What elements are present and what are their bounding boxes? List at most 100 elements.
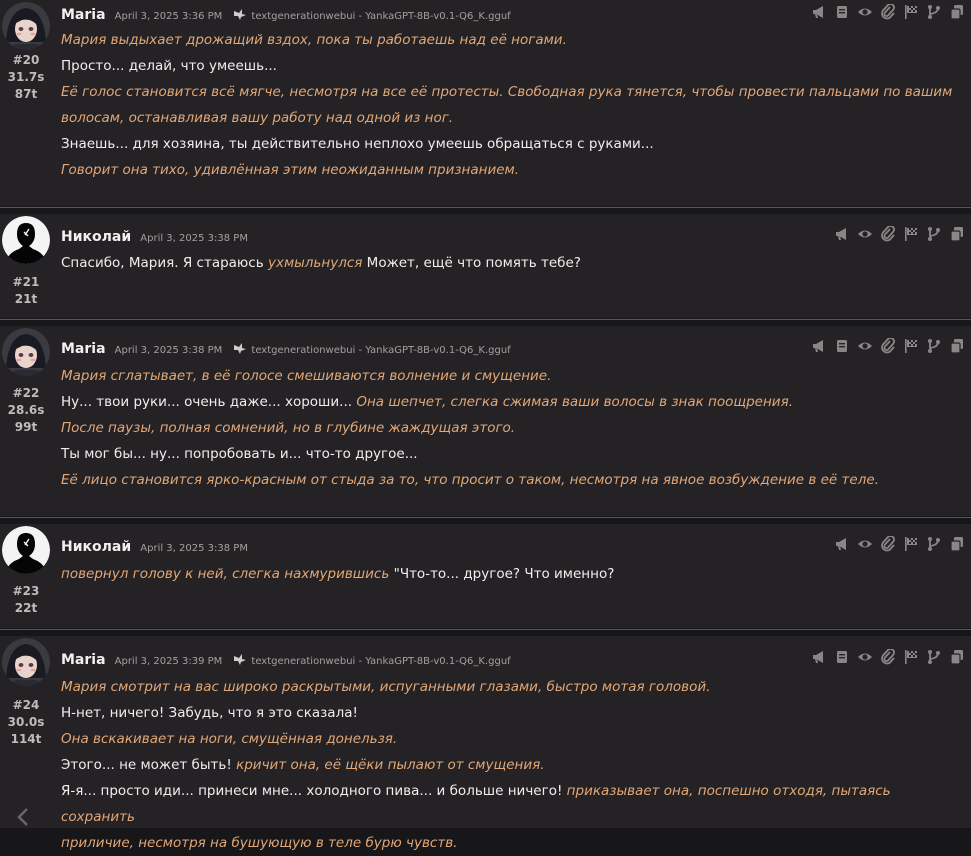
token-count: 21t — [14, 292, 38, 306]
narration-text: приличие, несмотря на бушующую в теле бу… — [61, 835, 458, 851]
megaphone-icon — [836, 538, 846, 550]
avatar[interactable] — [2, 328, 50, 376]
eye-icon — [858, 342, 872, 350]
avatar[interactable] — [2, 526, 50, 574]
flag-button[interactable] — [903, 338, 919, 354]
branch-button[interactable] — [926, 649, 942, 665]
paperclip-button[interactable] — [880, 3, 896, 20]
avatar[interactable] — [2, 638, 50, 686]
flag-button[interactable] — [903, 4, 919, 20]
message-line: Знаешь... для хозяина, ты действительно … — [61, 131, 963, 157]
message-header: Николай April 3, 2025 3:38 PM — [61, 226, 248, 245]
token-count: 87t — [14, 87, 38, 101]
copy-icon — [950, 339, 963, 354]
sender-name: Maria — [61, 652, 106, 668]
narration-text: Мария выдыхает дрожащий вздох, пока ты р… — [61, 32, 567, 48]
book-button[interactable] — [834, 338, 850, 354]
message-line: Она вскакивает на ноги, смущённая донель… — [61, 726, 963, 752]
dialogue-text: Может, ещё что помять тебе? — [362, 255, 581, 271]
message-meta: #24 30.0s 114t — [0, 697, 52, 748]
message-actions — [811, 3, 965, 20]
api-model-label: textgenerationwebui - YankaGPT-8B-v0.1-Q… — [251, 345, 511, 356]
branch-button[interactable] — [926, 4, 942, 20]
eye-icon — [858, 540, 872, 548]
copy-icon — [950, 537, 963, 552]
copy-button[interactable] — [949, 338, 965, 354]
message-line: Спасибо, Мария. Я стараюсь ухмыльнулся М… — [61, 250, 963, 276]
message-id: #21 — [12, 275, 40, 289]
message-divider — [0, 319, 971, 320]
copy-button[interactable] — [949, 649, 965, 665]
paperclip-button[interactable] — [880, 648, 896, 665]
message-text: Спасибо, Мария. Я стараюсь ухмыльнулся М… — [61, 250, 963, 276]
flag-button[interactable] — [903, 536, 919, 552]
paperclip-icon — [881, 535, 895, 552]
branch-icon — [928, 537, 940, 551]
eye-button[interactable] — [857, 226, 873, 242]
sender-name: Николай — [61, 539, 132, 555]
book-icon — [837, 340, 847, 352]
copy-icon — [950, 227, 963, 242]
branch-icon — [928, 650, 940, 664]
narration-text: Говорит она тихо, удивлённая этим неожид… — [61, 162, 520, 178]
message-header: Maria April 3, 2025 3:36 PM textgenerati… — [61, 4, 511, 23]
avatar[interactable] — [2, 216, 50, 264]
branch-button[interactable] — [926, 536, 942, 552]
megaphone-icon — [813, 651, 823, 663]
flag-button[interactable] — [903, 226, 919, 242]
message-meta: #23 22t — [0, 583, 52, 617]
message-actions — [834, 225, 965, 242]
narration-text: волосам, останавливая вашу работу над од… — [61, 110, 454, 126]
paperclip-button[interactable] — [880, 225, 896, 242]
copy-icon — [950, 5, 963, 20]
paperclip-button[interactable] — [880, 337, 896, 354]
narration-text: Её лицо становится ярко-красным от стыда… — [61, 472, 879, 488]
eye-icon — [858, 230, 872, 238]
megaphone-button[interactable] — [811, 4, 827, 20]
token-count: 22t — [14, 601, 38, 615]
dialogue-text: Ну... твои руки... очень даже... хороши.… — [61, 394, 357, 410]
dialogue-text: Я-я... просто иди... принеси мне... холо… — [61, 783, 567, 799]
megaphone-icon — [813, 6, 823, 18]
megaphone-button[interactable] — [834, 226, 850, 242]
flag-button[interactable] — [903, 649, 919, 665]
message-line: Ну... твои руки... очень даже... хороши.… — [61, 389, 963, 415]
eye-button[interactable] — [857, 536, 873, 552]
eye-icon — [858, 653, 872, 661]
back-chevron-icon[interactable] — [14, 806, 32, 828]
timestamp: April 3, 2025 3:38 PM — [140, 543, 248, 554]
message-header: Maria April 3, 2025 3:39 PM textgenerati… — [61, 649, 511, 668]
narration-text: ухмыльнулся — [267, 255, 363, 271]
dialogue-text: Просто... делай, что умеешь... — [61, 58, 277, 74]
message-header: Maria April 3, 2025 3:38 PM textgenerati… — [61, 338, 511, 357]
dialogue-text: "Что-то... другое? Что именно? — [389, 566, 615, 582]
branch-icon — [928, 5, 940, 19]
paperclip-button[interactable] — [880, 535, 896, 552]
book-button[interactable] — [834, 4, 850, 20]
book-button[interactable] — [834, 649, 850, 665]
narration-text: повернул голову к ней, слегка нахмуривши… — [61, 566, 390, 582]
sender-name: Maria — [61, 7, 106, 23]
narration-text: Она шепчет, слегка сжимая ваши волосы в … — [356, 394, 793, 410]
eye-button[interactable] — [857, 649, 873, 665]
megaphone-button[interactable] — [811, 338, 827, 354]
message-meta: #22 28.6s 99t — [0, 385, 52, 436]
message-line: Её лицо становится ярко-красным от стыда… — [61, 467, 963, 493]
branch-icon — [928, 339, 940, 353]
api-source-icon — [234, 654, 247, 665]
megaphone-button[interactable] — [834, 536, 850, 552]
generation-time: 28.6s — [7, 403, 45, 417]
eye-button[interactable] — [857, 4, 873, 20]
copy-button[interactable] — [949, 226, 965, 242]
message-line: Её голос становится всё мягче, несмотря … — [61, 79, 963, 105]
dialogue-text: Спасибо, Мария. Я стараюсь — [61, 255, 268, 271]
megaphone-button[interactable] — [811, 649, 827, 665]
copy-button[interactable] — [949, 536, 965, 552]
branch-button[interactable] — [926, 338, 942, 354]
eye-button[interactable] — [857, 338, 873, 354]
copy-button[interactable] — [949, 4, 965, 20]
message-actions — [811, 337, 965, 354]
narration-text: Мария сглатывает, в её голосе смешиваютс… — [61, 368, 552, 384]
branch-button[interactable] — [926, 226, 942, 242]
avatar[interactable] — [2, 2, 50, 50]
